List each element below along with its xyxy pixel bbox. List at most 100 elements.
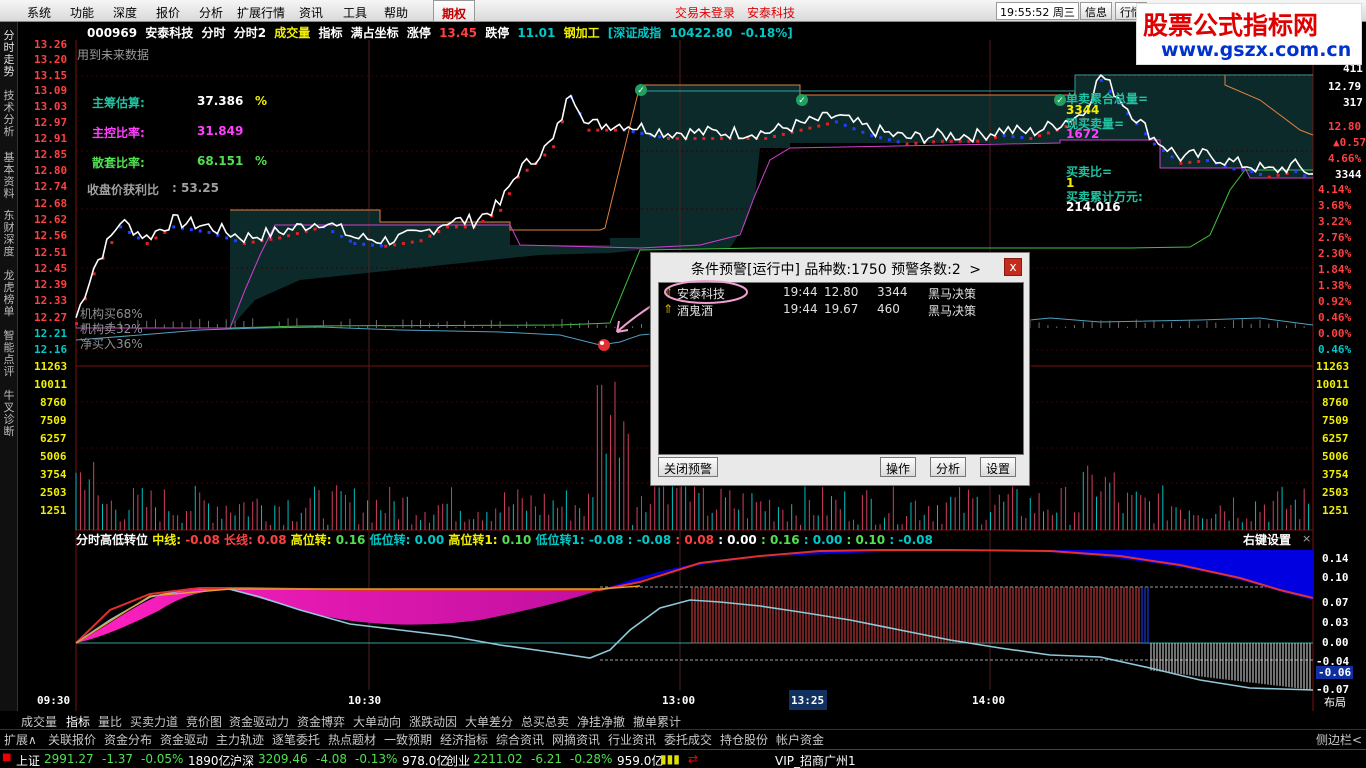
indicator-tabs: 成交量 指标 量比 买卖力道 竞价图 资金驱动力 资金博弈 大单动向 涨跌动因 …: [0, 711, 1366, 729]
tab-cancel-cum[interactable]: 撤单累计: [633, 713, 681, 730]
trend-dot: [331, 230, 335, 234]
alert-ball-icon: [598, 339, 610, 351]
trend-dot: [1232, 167, 1236, 171]
tab-holdings[interactable]: 持仓股份: [720, 731, 768, 748]
tab-consensus[interactable]: 一致预期: [384, 731, 432, 748]
trend-dot: [463, 225, 467, 229]
tab-orders-trades[interactable]: 委托成交: [664, 731, 712, 748]
layout-button[interactable]: 布局: [1324, 694, 1346, 710]
sector-label[interactable]: 钢加工: [564, 26, 600, 40]
close-alert-button[interactable]: 关闭预警: [658, 457, 719, 477]
trend-dot: [605, 128, 609, 132]
tab-fund-distribution[interactable]: 资金分布: [104, 731, 152, 748]
trend-dot: [932, 140, 936, 144]
trend-dot: [1188, 160, 1192, 164]
svg-text:✓: ✓: [798, 96, 806, 106]
tab-volume[interactable]: 成交量: [21, 713, 57, 730]
time-cursor-label: 13:25: [791, 694, 825, 707]
trend-dot: [384, 244, 388, 248]
trend-dot: [419, 239, 423, 243]
tab-web-news[interactable]: 网摘资讯: [552, 731, 600, 748]
trend-dot: [269, 237, 273, 241]
tab-hot-topics[interactable]: 热点题材: [328, 731, 376, 748]
trend-dot: [75, 322, 78, 326]
trend-dot: [781, 132, 785, 136]
trend-dot: [278, 236, 282, 240]
tab-big-order[interactable]: 大单动向: [353, 713, 401, 730]
tab-intraday-2[interactable]: 分时2: [234, 26, 266, 40]
trend-dot: [136, 236, 140, 240]
broker-server[interactable]: VIP_招商广州1: [775, 752, 856, 768]
trend-dot: [543, 153, 547, 157]
tab-rise-fall-cause[interactable]: 涨跌动因: [409, 713, 457, 730]
limit-down-label: 跌停: [485, 26, 510, 40]
trend-dot: [507, 192, 511, 196]
tab-economic[interactable]: 经济指标: [440, 731, 488, 748]
alert-list[interactable]: ⇑ 安泰科技 19:44 12.80 3344 黑马决策 ⇑ 酒鬼酒 19:44…: [658, 280, 1024, 455]
dialog-close-button[interactable]: x: [1004, 258, 1022, 276]
right-click-settings[interactable]: 右键设置: [1243, 531, 1291, 548]
tab-fund-game[interactable]: 资金博弈: [297, 713, 345, 730]
watermark-logo: 股票公式指标网 www.gszx.com.cn: [1136, 3, 1362, 65]
tab-intraday-1[interactable]: 分时: [202, 26, 226, 40]
stock-name[interactable]: 安泰科技: [145, 26, 193, 40]
trend-dot: [189, 228, 193, 232]
tab-industry-news[interactable]: 行业资讯: [608, 731, 656, 748]
tab-account-funds[interactable]: 帐户资金: [776, 731, 824, 748]
settings-button[interactable]: 设置: [980, 457, 1017, 477]
tab-related-quotes[interactable]: 关联报价: [48, 731, 96, 748]
trend-dot: [499, 208, 503, 212]
trend-dot: [207, 230, 211, 234]
tab-volume-ratio[interactable]: 量比: [98, 713, 122, 730]
signal-marker-2: ✓: [796, 94, 808, 106]
trend-dot: [711, 136, 715, 140]
tab-tick-orders[interactable]: 逐笔委托: [272, 731, 320, 748]
trend-dot: [1144, 132, 1148, 136]
more-arrow-icon[interactable]: >: [969, 262, 981, 278]
trend-dot: [1002, 134, 1006, 138]
indicator-volume-label[interactable]: 成交量: [274, 26, 310, 40]
trend-dot: [1258, 172, 1262, 176]
sidebar-toggle[interactable]: 侧边栏<: [1316, 731, 1362, 748]
indicator-close-icon[interactable]: ×: [1302, 532, 1311, 545]
tab-buy-sell-force[interactable]: 买卖力道: [130, 713, 178, 730]
trend-dot: [808, 126, 812, 130]
analyze-button[interactable]: 分析: [930, 457, 967, 477]
tab-fund-drive-2[interactable]: 资金驱动: [160, 731, 208, 748]
tab-auction-chart[interactable]: 竞价图: [186, 713, 222, 730]
trend-dot: [1267, 175, 1271, 179]
trend-dot: [437, 230, 441, 234]
trend-dot: [640, 131, 644, 135]
trend-dot: [720, 136, 724, 140]
trend-dot: [410, 240, 414, 244]
trend-dot: [353, 241, 357, 245]
operate-button[interactable]: 操作: [880, 457, 917, 477]
signal-marker-1: ✓: [635, 84, 647, 96]
trend-dot: [799, 128, 803, 132]
trend-dot: [1179, 161, 1183, 165]
tab-extend[interactable]: 扩展∧: [4, 731, 37, 748]
app-window: 系统 功能 深度 报价 分析 扩展行情 资讯 工具 帮助 期权 交易未登录 安泰…: [0, 0, 1366, 768]
trend-dot: [976, 139, 980, 143]
tab-indicator[interactable]: 指标: [66, 713, 90, 730]
tab-general-news[interactable]: 综合资讯: [496, 731, 544, 748]
trend-dot: [958, 139, 962, 143]
indicator-label[interactable]: 指标: [318, 26, 342, 40]
svg-text:✓: ✓: [1056, 96, 1064, 106]
trend-dot: [1011, 135, 1015, 139]
tab-net-order[interactable]: 净挂净撤: [577, 713, 625, 730]
full-coord-label[interactable]: 满占坐标: [351, 26, 399, 40]
tab-fund-drive[interactable]: 资金驱动力: [229, 713, 289, 730]
trend-dot: [225, 236, 229, 240]
limit-down-price: 11.01: [517, 26, 556, 40]
tab-big-order-diff[interactable]: 大单差分: [465, 713, 513, 730]
trend-dot: [834, 120, 838, 124]
tab-total-buy-sell[interactable]: 总买总卖: [521, 713, 569, 730]
extension-tabs: 扩展∧ 关联报价 资金分布 资金驱动 主力轨迹 逐笔委托 热点题材 一致预期 经…: [0, 729, 1366, 747]
status-bar: ■ 上证 2991.27 -1.37 -0.05% 1890亿 沪深 3209.…: [0, 749, 1366, 768]
trend-dot: [481, 219, 485, 223]
trend-dot: [879, 136, 883, 140]
signal-marker-3: ✓: [1054, 94, 1066, 106]
trend-dot: [1276, 173, 1280, 177]
tab-main-track[interactable]: 主力轨迹: [216, 731, 264, 748]
